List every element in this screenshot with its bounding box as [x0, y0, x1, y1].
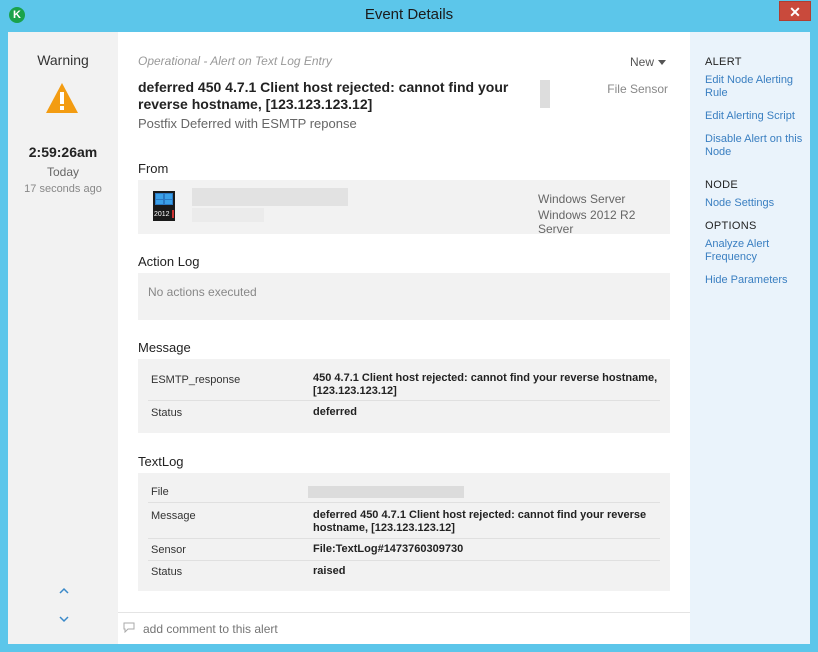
param-key: File: [151, 486, 169, 498]
event-main: Operational - Alert on Text Log Entry Ne…: [118, 32, 690, 612]
event-description: Postfix Deferred with ESMTP reponse: [138, 116, 357, 131]
alert-section-heading: ALERT: [705, 56, 742, 68]
disable-alert-link[interactable]: Disable Alert on this Node: [705, 133, 805, 159]
window-client: Warning 2:59:26am Today 17 seconds ago O…: [8, 32, 810, 644]
left-panel: Warning 2:59:26am Today 17 seconds ago: [8, 32, 118, 644]
event-headline: deferred 450 4.7.1 Client host rejected:…: [138, 79, 509, 112]
window-title: Event Details: [364, 6, 454, 23]
table-row: ESMTP_response 450 4.7.1 Client host rej…: [148, 365, 660, 401]
comment-icon: [123, 622, 135, 633]
comment-bar: [118, 612, 690, 644]
message-heading: Message: [138, 340, 191, 355]
event-subtitle: Operational - Alert on Text Log Entry: [138, 54, 332, 68]
textlog-heading: TextLog: [138, 454, 184, 469]
action-log-box: No actions executed: [138, 273, 670, 320]
table-row: Sensor File:TextLog#1473760309730: [148, 539, 660, 561]
param-value: raised: [313, 565, 346, 577]
event-ago: 17 seconds ago: [24, 183, 102, 195]
next-event-chevron-down-icon[interactable]: [57, 612, 71, 626]
redacted-node-name: [192, 188, 348, 206]
previous-event-chevron-up-icon[interactable]: [57, 584, 71, 598]
param-key: Status: [151, 407, 183, 419]
redacted-node-address: [192, 208, 264, 222]
os-badge: 2012: [154, 211, 170, 218]
param-key: Message: [151, 510, 196, 522]
os-line-1: Windows Server: [538, 192, 626, 206]
table-row: Status raised: [148, 561, 660, 583]
options-section-heading: OPTIONS: [705, 220, 757, 232]
os-line-2: Windows 2012 R2 Server: [538, 208, 636, 236]
state-dropdown[interactable]: New: [630, 55, 667, 69]
edit-node-alerting-rule-link[interactable]: Edit Node Alerting Rule: [705, 74, 805, 100]
analyze-alert-frequency-link[interactable]: Analyze Alert Frequency: [705, 238, 805, 264]
no-actions-text: No actions executed: [148, 285, 257, 299]
textlog-box: File Message deferred 450 4.7.1 Client h…: [138, 473, 670, 591]
from-box: 2012 Windows Server Windows 2012 R2 Serv…: [138, 180, 670, 236]
node-section-heading: NODE: [705, 179, 738, 191]
param-value: File:TextLog#1473760309730: [313, 543, 464, 555]
close-button[interactable]: ✕: [779, 1, 811, 21]
right-actions-panel: ALERT Edit Node Alerting Rule Edit Alert…: [690, 32, 810, 644]
table-row: Message deferred 450 4.7.1 Client host r…: [148, 503, 660, 539]
from-heading: From: [138, 161, 169, 176]
param-key: Sensor: [151, 544, 186, 556]
comment-input[interactable]: [143, 622, 643, 636]
event-time: 2:59:26am: [28, 144, 98, 160]
event-day: Today: [46, 165, 80, 179]
node-settings-link[interactable]: Node Settings: [705, 197, 805, 210]
warning-icon: [46, 83, 78, 113]
edit-alerting-script-link[interactable]: Edit Alerting Script: [705, 110, 805, 123]
sensor-type: File Sensor: [607, 82, 668, 96]
param-key: Status: [151, 566, 183, 578]
chevron-down-icon: [658, 60, 667, 66]
action-log-heading: Action Log: [138, 254, 200, 269]
message-box: ESMTP_response 450 4.7.1 Client host rej…: [138, 359, 670, 433]
redacted-block: [540, 80, 550, 108]
param-key: ESMTP_response: [151, 374, 241, 386]
server-icon: 2012: [153, 191, 175, 221]
param-value: deferred 450 4.7.1 Client host rejected:…: [313, 509, 647, 534]
state-dropdown-value: New: [630, 55, 655, 69]
event-details-window: K Event Details ✕ Warning 2:59:26am Toda…: [0, 0, 818, 652]
hide-parameters-link[interactable]: Hide Parameters: [705, 274, 805, 287]
titlebar[interactable]: K Event Details ✕: [0, 0, 818, 32]
severity-label: Warning: [37, 52, 89, 68]
table-row: Status deferred: [148, 401, 660, 425]
table-row: File: [148, 481, 660, 503]
param-value: 450 4.7.1 Client host rejected: cannot f…: [313, 372, 658, 397]
param-value: deferred: [313, 406, 358, 418]
redacted-file-path: [308, 486, 464, 498]
